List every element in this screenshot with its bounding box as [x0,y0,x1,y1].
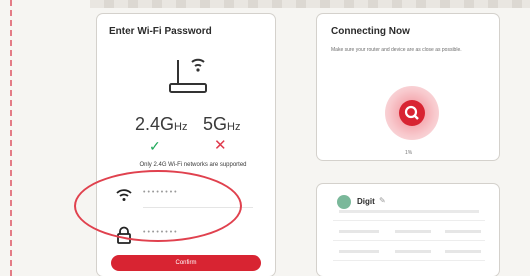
list-item [339,250,379,253]
progress-text: 1% [405,150,413,156]
connecting-screen: Connecting Now Make sure your router and… [317,14,499,160]
connecting-indicator [385,86,439,140]
device-icon [337,195,351,209]
screen-title: Enter Wi-Fi Password [109,26,212,37]
band-options: 2.4GHz 5GHz [135,114,245,140]
device-name: Digit [357,197,375,206]
list-item [445,250,481,253]
router-icon [169,58,207,93]
band-24ghz: 2.4GHz [135,114,188,134]
list-item [395,230,431,233]
highlight-ellipse [74,170,242,242]
support-note: Only 2.4G Wi-Fi networks are supported [139,162,247,168]
list-item [395,250,431,253]
list-divider [333,240,485,241]
top-decorative-band [90,0,530,8]
device-screen: Digit ✎ [317,184,499,276]
band-5ghz: 5GHz [203,114,241,134]
list-item [339,230,379,233]
search-icon [399,100,425,126]
magnifier-icon [404,105,419,120]
list-item [445,230,481,233]
connecting-description: Make sure your router and device are as … [331,47,462,53]
check-icon: ✓ [149,138,161,154]
confirm-button[interactable]: Confirm [111,255,261,271]
edit-icon[interactable]: ✎ [379,196,386,205]
list-divider [333,260,485,261]
list-divider [333,220,485,221]
dashed-guide-line [10,0,12,276]
device-subtitle-placeholder [339,210,479,213]
close-icon: ✕ [214,137,227,154]
connecting-title: Connecting Now [331,26,410,37]
